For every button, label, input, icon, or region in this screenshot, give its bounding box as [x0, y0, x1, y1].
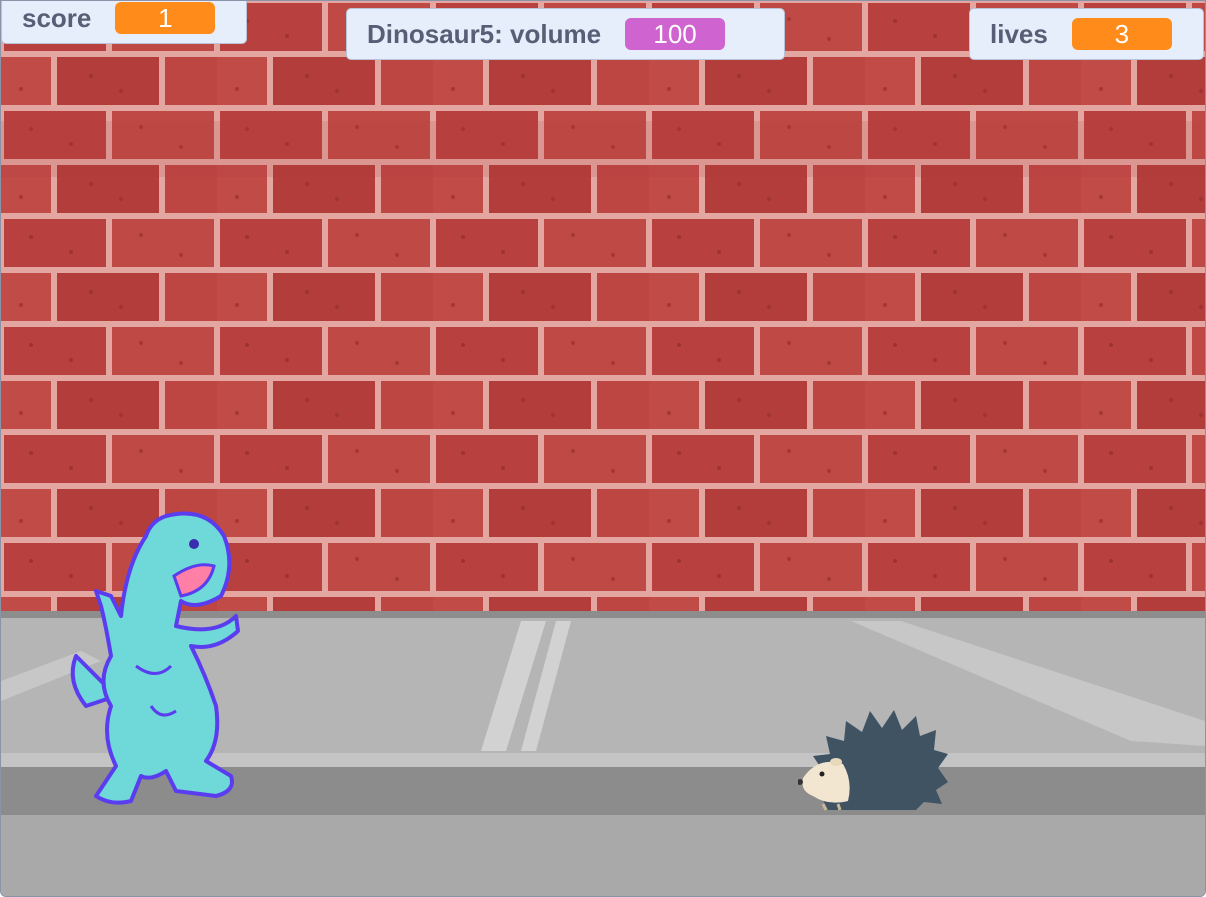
score-monitor[interactable]: score 1	[1, 1, 247, 44]
lives-monitor[interactable]: lives 3	[969, 8, 1204, 60]
lives-value: 3	[1071, 18, 1172, 50]
game-stage[interactable]: score 1 Dinosaur5: volume 100 lives 3	[0, 0, 1206, 897]
volume-value: 100	[625, 18, 726, 50]
hedgehog-sprite[interactable]	[798, 706, 948, 811]
score-label: score	[22, 2, 92, 33]
lives-label: lives	[990, 18, 1048, 49]
score-value: 1	[115, 2, 216, 34]
dinosaur-sprite[interactable]	[56, 506, 246, 816]
volume-monitor[interactable]: Dinosaur5: volume 100	[346, 8, 785, 60]
volume-label: Dinosaur5: volume	[367, 18, 602, 49]
